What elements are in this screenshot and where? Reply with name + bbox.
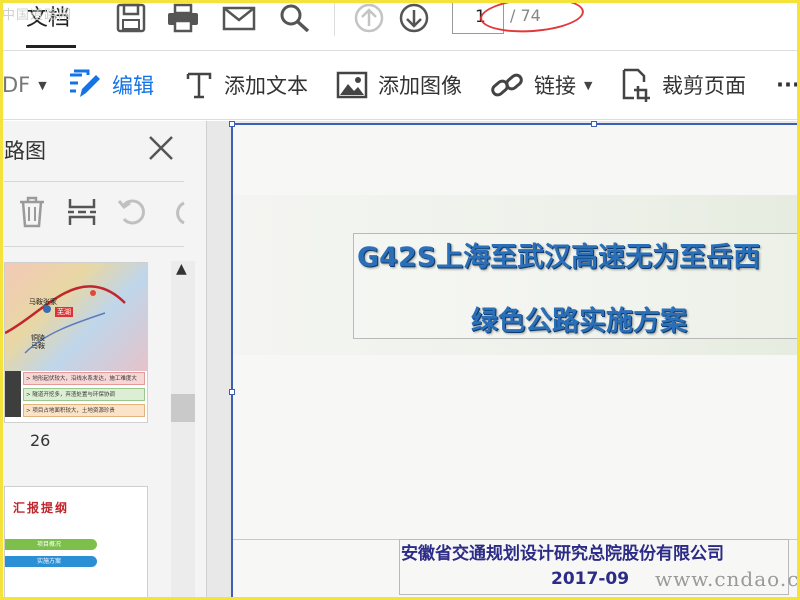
- thumbnail-scrollbar[interactable]: [171, 261, 195, 600]
- chevron-down-icon: ▼: [584, 78, 593, 92]
- edit-toolbar: DF ▼ 编辑 添加文本 添加图像 链接 ▼ 裁剪页面 ···: [0, 52, 800, 120]
- toolbar-separator: [334, 0, 335, 36]
- delete-page-icon[interactable]: [16, 195, 48, 229]
- crop-page-button[interactable]: 裁剪页面: [620, 66, 746, 104]
- edit-icon: [70, 69, 100, 97]
- link-icon: [491, 73, 523, 97]
- crop-page-icon: [622, 68, 650, 102]
- previous-page-icon[interactable]: [352, 3, 386, 33]
- selection-handle[interactable]: [591, 121, 597, 127]
- add-image-button[interactable]: 添加图像: [336, 66, 462, 104]
- slide-date: 2017-09: [551, 569, 630, 589]
- selection-handle[interactable]: [229, 389, 235, 395]
- link-label: 链接: [534, 74, 576, 98]
- email-icon[interactable]: [222, 3, 256, 33]
- thumb-outline-item: 实施方案: [5, 556, 97, 567]
- redo-icon[interactable]: [166, 195, 186, 229]
- slide-title-line2: 绿色公路实施方案: [471, 306, 687, 337]
- watermark-bottom-right: www.cndao.com: [655, 567, 800, 591]
- thumbnail-map: 马鞍张家 芜湖 铜陵 马鞍: [5, 263, 147, 371]
- undo-icon[interactable]: [116, 195, 148, 229]
- thumbnail-photo: [5, 371, 21, 417]
- add-text-button[interactable]: 添加文本: [184, 66, 308, 104]
- pdf-page[interactable]: G42S上海至武汉高速无为至岳西 绿色公路实施方案 安徽省交通规划设计研究总院股…: [229, 121, 800, 600]
- document-view: G42S上海至武汉高速无为至岳西 绿色公路实施方案 安徽省交通规划设计研究总院股…: [207, 121, 800, 600]
- save-icon[interactable]: [114, 3, 148, 33]
- thumb-row: > 项目占地面积较大，土地资源珍贵: [23, 404, 145, 417]
- chevron-down-icon: ▼: [38, 78, 47, 92]
- export-pdf-label: DF: [2, 73, 31, 97]
- scroll-up-icon[interactable]: ▲: [176, 261, 187, 277]
- page-thumbnail-26[interactable]: 马鞍张家 芜湖 铜陵 马鞍 > 地形起伏较大，沿线水系发达，施工难度大 > 隧道…: [4, 262, 148, 423]
- thumb-label: 马鞍: [31, 342, 45, 350]
- panel-divider: [4, 246, 184, 247]
- thumb-outline-title: 汇报提纲: [13, 501, 70, 515]
- company-name: 安徽省交通规划设计研究总院股份有限公司: [401, 544, 724, 564]
- text-tool-icon: [186, 72, 212, 99]
- link-menu[interactable]: 链接 ▼: [490, 66, 592, 104]
- edit-label: 编辑: [112, 74, 154, 98]
- add-image-label: 添加图像: [378, 74, 462, 98]
- scrollbar-thumb[interactable]: [171, 394, 195, 422]
- more-tools-button[interactable]: ···: [776, 66, 800, 104]
- image-icon: [336, 71, 368, 99]
- export-pdf-menu[interactable]: DF ▼: [2, 66, 47, 104]
- watermark-top-left: 中国道路网: [2, 8, 73, 23]
- thumbnail-page-number: 26: [30, 431, 51, 450]
- search-icon[interactable]: [278, 3, 312, 33]
- split-page-icon[interactable]: [66, 195, 98, 229]
- thumb-outline-item: 项目概况: [5, 539, 97, 550]
- top-bar: 中国道路网 文档 / 74: [0, 0, 800, 51]
- print-icon[interactable]: [166, 3, 200, 33]
- panel-divider: [4, 181, 184, 182]
- panel-title: 路图: [4, 139, 46, 163]
- thumb-row: > 隧道开挖多，弃渣处置与环保协调: [23, 388, 145, 401]
- thumb-label: 芜湖: [55, 307, 73, 317]
- slide-title-line1: G42S上海至武汉高速无为至岳西: [357, 242, 761, 273]
- thumb-row: > 地形起伏较大，沿线水系发达，施工难度大: [23, 372, 145, 385]
- thumb-label: 马鞍张家: [29, 298, 57, 306]
- page-thumbnail-27[interactable]: 汇报提纲 项目概况 实施方案: [4, 486, 148, 600]
- add-text-label: 添加文本: [224, 74, 308, 98]
- page-thumbnails-panel: 路图 ▲ 马鞍张家 芜湖 铜陵 马鞍 > 地形起伏较大，沿线水系发达，施工难度大…: [0, 121, 207, 600]
- tab-active-indicator: [26, 45, 76, 48]
- selection-handle[interactable]: [229, 121, 235, 127]
- next-page-icon[interactable]: [397, 3, 431, 33]
- crop-page-label: 裁剪页面: [662, 74, 746, 98]
- edit-button[interactable]: 编辑: [66, 66, 154, 104]
- close-icon[interactable]: [146, 133, 176, 163]
